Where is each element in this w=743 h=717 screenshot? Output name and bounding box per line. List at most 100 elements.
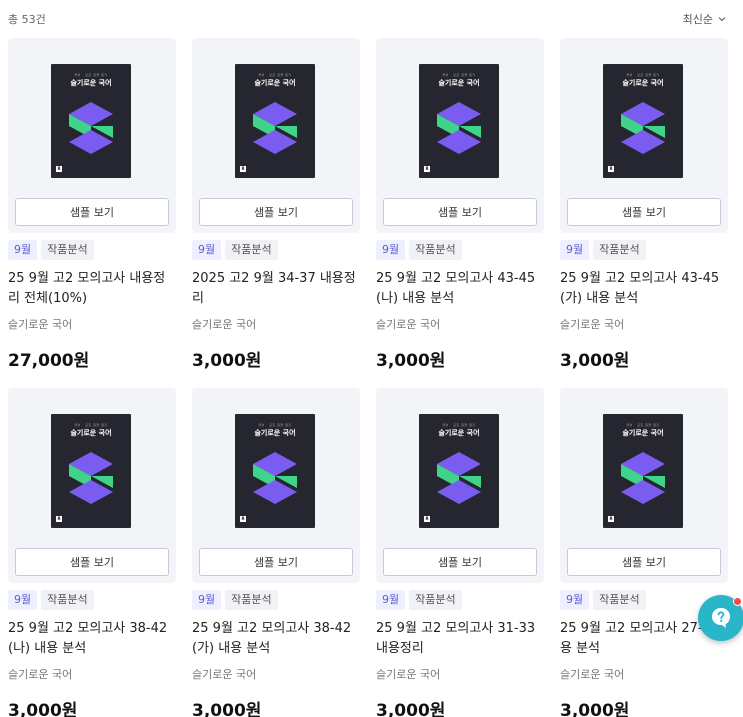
product-card[interactable]: 국어 · 모든 글을 읽기 슬기로운 국어 R 샘플 보기 9월 작품분석 25… [376,38,544,388]
sample-view-button[interactable]: 샘플 보기 [383,198,537,226]
product-thumbnail[interactable]: 국어 · 모든 글을 읽기 슬기로운 국어 R 샘플 보기 [192,38,360,233]
product-card[interactable]: 국어 · 모든 글을 읽기 슬기로운 국어 R 샘플 보기 9월 작품분석 25… [192,388,360,717]
product-author: 슬기로운 국어 [8,318,73,331]
cover-title: 슬기로운 국어 [622,79,664,87]
cover-tagline: 국어 · 모든 글을 읽기 [626,73,660,77]
product-price: 3,000원 [376,351,446,371]
product-thumbnail[interactable]: 국어 · 모든 글을 읽기 슬기로운 국어 R 샘플 보기 [376,38,544,233]
book-cover: 국어 · 모든 글을 읽기 슬기로운 국어 R [419,414,499,528]
product-price: 27,000원 [8,351,90,371]
tag-list: 9월 작품분석 [192,240,278,260]
month-tag: 9월 [376,590,406,610]
month-tag: 9월 [376,240,406,260]
product-thumbnail[interactable]: 국어 · 모든 글을 읽기 슬기로운 국어 R 샘플 보기 [376,388,544,583]
product-title[interactable]: 25 9월 고2 모의고사 43-45 (나) 내용 분석 [376,269,544,309]
product-card[interactable]: 국어 · 모든 글을 읽기 슬기로운 국어 R 샘플 보기 9월 작품분석 25… [560,38,728,388]
product-author: 슬기로운 국어 [560,318,625,331]
product-card[interactable]: 국어 · 모든 글을 읽기 슬기로운 국어 R 샘플 보기 9월 작품분석 25… [8,38,176,388]
category-tag: 작품분석 [41,240,94,260]
product-price: 3,000원 [560,701,630,717]
product-title[interactable]: 25 9월 고2 모의고사 43-45 (가) 내용 분석 [560,269,728,309]
product-title[interactable]: 2025 고2 9월 34-37 내용정리 [192,269,360,309]
book-cover: 국어 · 모든 글을 읽기 슬기로운 국어 R [235,414,315,528]
category-tag: 작품분석 [409,590,462,610]
s-logo-icon [621,102,665,154]
cover-title: 슬기로운 국어 [70,429,112,437]
category-tag: 작품분석 [225,240,278,260]
book-cover: 국어 · 모든 글을 읽기 슬기로운 국어 R [235,64,315,178]
s-logo-icon [69,102,113,154]
total-count: 총 53건 [8,13,46,26]
product-title[interactable]: 25 9월 고2 모의고사 38-42 (나) 내용 분석 [8,619,176,659]
category-tag: 작품분석 [41,590,94,610]
tag-list: 9월 작품분석 [8,590,94,610]
product-thumbnail[interactable]: 국어 · 모든 글을 읽기 슬기로운 국어 R 샘플 보기 [560,38,728,233]
cover-title: 슬기로운 국어 [254,79,296,87]
product-price: 3,000원 [8,701,78,717]
product-price: 3,000원 [376,701,446,717]
tag-list: 9월 작품분석 [560,240,646,260]
sample-view-button[interactable]: 샘플 보기 [15,198,169,226]
product-author: 슬기로운 국어 [376,318,441,331]
s-logo-icon [253,102,297,154]
publisher-logo: R [608,166,614,172]
product-card[interactable]: 국어 · 모든 글을 읽기 슬기로운 국어 R 샘플 보기 9월 작품분석 25… [8,388,176,717]
product-author: 슬기로운 국어 [8,668,73,681]
sample-view-button[interactable]: 샘플 보기 [567,548,721,576]
cover-tagline: 국어 · 모든 글을 읽기 [442,73,476,77]
sample-view-button[interactable]: 샘플 보기 [567,198,721,226]
publisher-logo: R [56,166,62,172]
publisher-logo: R [240,166,246,172]
cover-title: 슬기로운 국어 [438,79,480,87]
cover-tagline: 국어 · 모든 글을 읽기 [74,73,108,77]
book-cover: 국어 · 모든 글을 읽기 슬기로운 국어 R [51,64,131,178]
publisher-logo: R [424,166,430,172]
chevron-down-icon [718,17,726,22]
publisher-logo: R [424,516,430,522]
publisher-logo: R [240,516,246,522]
chat-support-button[interactable] [698,595,743,641]
cover-tagline: 국어 · 모든 글을 읽기 [442,423,476,427]
product-card[interactable]: 국어 · 모든 글을 읽기 슬기로운 국어 R 샘플 보기 9월 작품분석 25… [560,388,728,717]
product-card[interactable]: 국어 · 모든 글을 읽기 슬기로운 국어 R 샘플 보기 9월 작품분석 25… [376,388,544,717]
cover-tagline: 국어 · 모든 글을 읽기 [258,73,292,77]
product-thumbnail[interactable]: 국어 · 모든 글을 읽기 슬기로운 국어 R 샘플 보기 [192,388,360,583]
category-tag: 작품분석 [593,590,646,610]
book-cover: 국어 · 모든 글을 읽기 슬기로운 국어 R [51,414,131,528]
notification-badge [733,597,742,606]
product-price: 3,000원 [192,351,262,371]
publisher-logo: R [56,516,62,522]
sort-dropdown[interactable]: 최신순 [683,11,727,27]
product-card[interactable]: 국어 · 모든 글을 읽기 슬기로운 국어 R 샘플 보기 9월 작품분석 20… [192,38,360,388]
tag-list: 9월 작품분석 [192,590,278,610]
category-tag: 작품분석 [409,240,462,260]
tag-list: 9월 작품분석 [376,590,462,610]
product-title[interactable]: 25 9월 고2 모의고사 31-33 내용정리 [376,619,544,659]
product-author: 슬기로운 국어 [192,668,257,681]
sample-view-button[interactable]: 샘플 보기 [199,548,353,576]
category-tag: 작품분석 [225,590,278,610]
category-tag: 작품분석 [593,240,646,260]
sample-view-button[interactable]: 샘플 보기 [15,548,169,576]
sort-label: 최신순 [682,13,713,26]
book-cover: 국어 · 모든 글을 읽기 슬기로운 국어 R [603,64,683,178]
product-author: 슬기로운 국어 [376,668,441,681]
product-price: 3,000원 [560,351,630,371]
sample-view-button[interactable]: 샘플 보기 [199,198,353,226]
chat-question-icon [712,608,730,628]
month-tag: 9월 [8,240,38,260]
product-thumbnail[interactable]: 국어 · 모든 글을 읽기 슬기로운 국어 R 샘플 보기 [8,38,176,233]
product-thumbnail[interactable]: 국어 · 모든 글을 읽기 슬기로운 국어 R 샘플 보기 [560,388,728,583]
cover-title: 슬기로운 국어 [254,429,296,437]
s-logo-icon [437,102,481,154]
book-cover: 국어 · 모든 글을 읽기 슬기로운 국어 R [603,414,683,528]
s-logo-icon [253,452,297,504]
product-title[interactable]: 25 9월 고2 모의고사 내용정리 전체(10%) [8,269,176,309]
month-tag: 9월 [8,590,38,610]
cover-tagline: 국어 · 모든 글을 읽기 [626,423,660,427]
sample-view-button[interactable]: 샘플 보기 [383,548,537,576]
product-thumbnail[interactable]: 국어 · 모든 글을 읽기 슬기로운 국어 R 샘플 보기 [8,388,176,583]
product-title[interactable]: 25 9월 고2 모의고사 38-42 (가) 내용 분석 [192,619,360,659]
tag-list: 9월 작품분석 [560,590,646,610]
tag-list: 9월 작품분석 [8,240,94,260]
